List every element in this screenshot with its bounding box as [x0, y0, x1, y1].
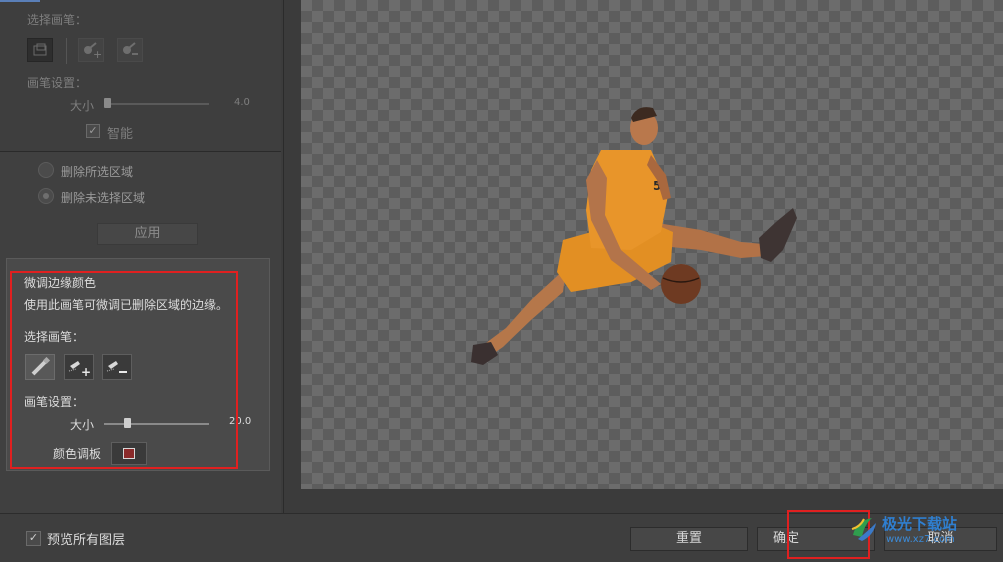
subtract-brush-button[interactable] — [117, 38, 143, 62]
smart-label: 智能 — [107, 127, 134, 142]
auto-brush-button[interactable] — [27, 38, 53, 62]
svg-text:+: + — [93, 48, 101, 58]
divider — [66, 38, 67, 64]
watermark-url: www.xz7.com — [886, 534, 955, 545]
brush-section: 选择画笔： + 画笔设置： 大小 4.0 ✓ 智能 — [0, 0, 281, 152]
left-panel: 选择画笔： + 画笔设置： 大小 4.0 ✓ 智能 删除所选区域 删除未选择区域… — [0, 0, 281, 513]
select-brush-label: 选择画笔： — [27, 13, 88, 27]
preview-all-layers-label: 预览所有图层 — [47, 533, 126, 548]
brush-minus-icon — [123, 42, 138, 55]
auto-brush-icon — [33, 43, 47, 56]
tab-indicator — [0, 0, 40, 2]
reset-button[interactable]: 重置 — [630, 527, 748, 551]
delete-selected-radio[interactable] — [38, 162, 54, 178]
size-slider-track[interactable] — [104, 103, 209, 105]
player-cutout-image: 5 — [471, 107, 797, 365]
bottom-bar: ✓ 预览所有图层 重置 确定 取消 极光下载站 www.xz7.com — [0, 510, 1003, 562]
delete-unselected-label: 删除未选择区域 — [61, 191, 146, 205]
smart-checkbox[interactable]: ✓ — [86, 124, 100, 138]
transparent-canvas[interactable]: 5 — [301, 0, 1003, 489]
size-label: 大小 — [70, 99, 95, 113]
highlight-box-refine — [10, 271, 238, 469]
preview-all-layers-checkbox[interactable]: ✓ — [26, 531, 41, 546]
brush-settings-label: 画笔设置： — [27, 76, 88, 90]
watermark-logo-icon — [851, 518, 876, 541]
apply-button[interactable]: 应用 — [97, 223, 198, 245]
watermark-text: 极光下载站 — [882, 515, 958, 533]
size-slider-knob[interactable] — [104, 98, 111, 108]
delete-unselected-radio[interactable] — [38, 188, 54, 204]
size-value: 4.0 — [234, 97, 250, 108]
add-brush-button[interactable]: + — [78, 38, 104, 62]
brush-plus-icon: + — [84, 42, 101, 58]
delete-selected-label: 删除所选区域 — [61, 165, 134, 179]
watermark: 极光下载站 www.xz7.com — [850, 511, 1000, 557]
